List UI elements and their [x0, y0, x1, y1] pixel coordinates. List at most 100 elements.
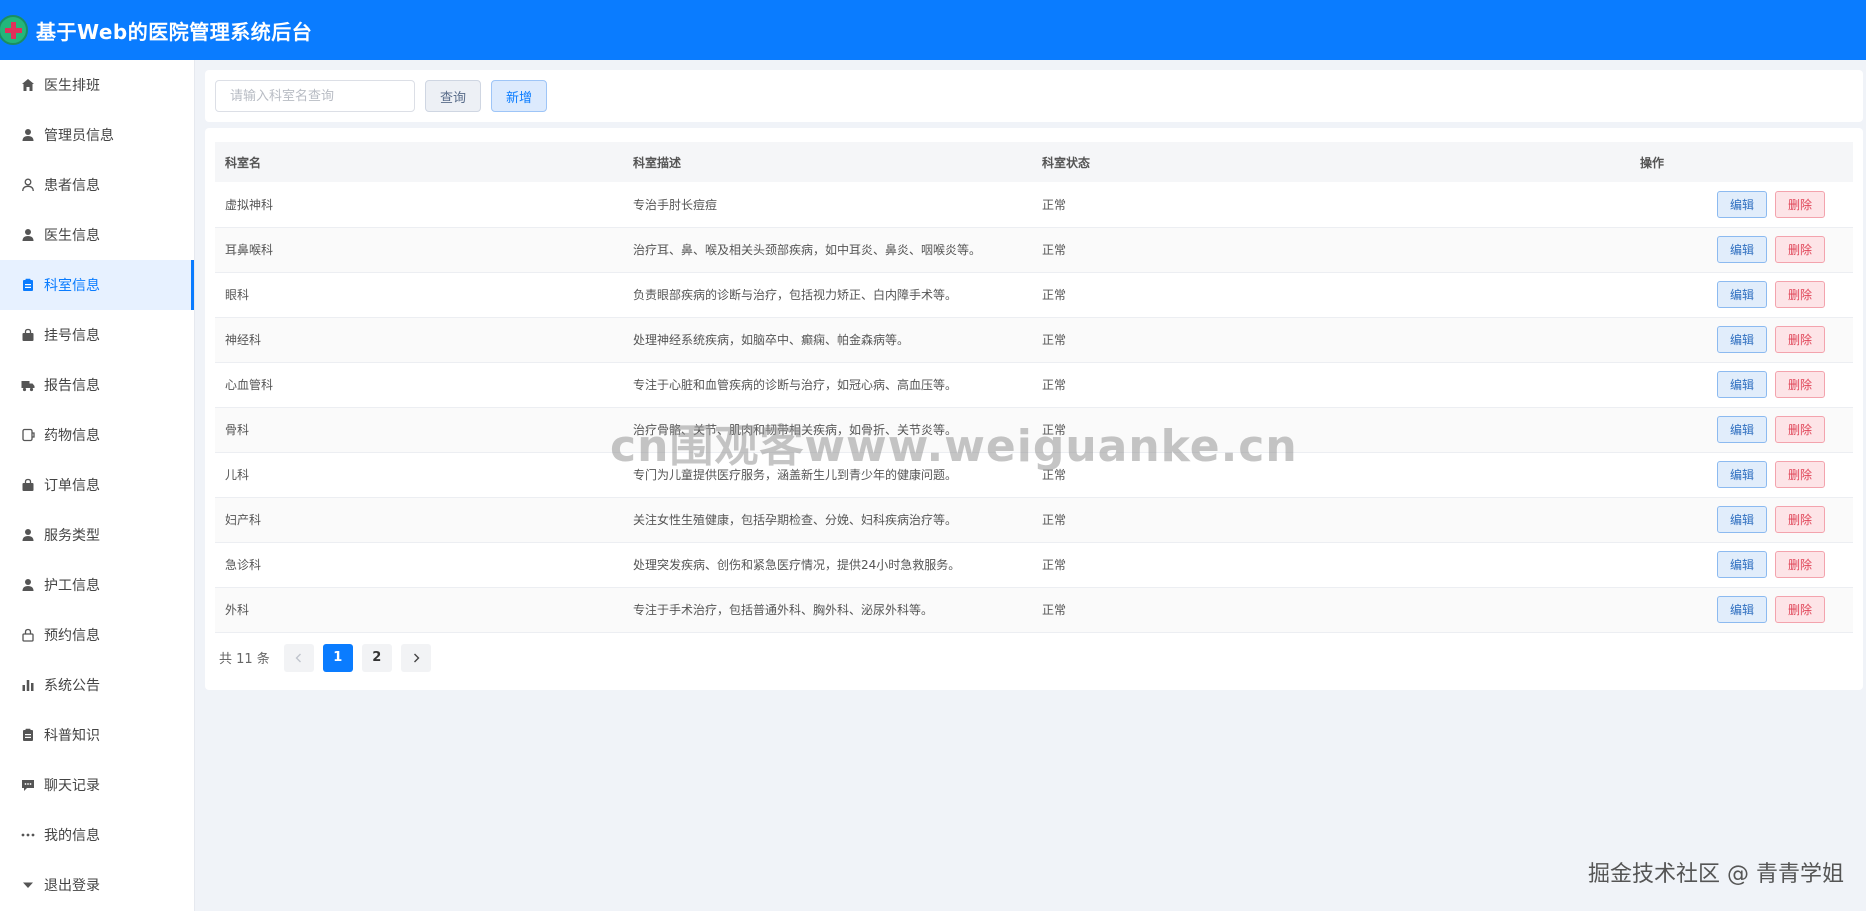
sidebar-item-15[interactable]: 我的信息	[0, 810, 194, 860]
cell-status: 正常	[1042, 378, 1067, 392]
sidebar-item-12[interactable]: 系统公告	[0, 660, 194, 710]
delete-button[interactable]: 删除	[1774, 551, 1825, 578]
delete-button[interactable]: 删除	[1774, 596, 1825, 623]
cell-status: 正常	[1042, 197, 1067, 212]
cell-status: 正常	[1042, 558, 1067, 572]
cell-name: 虚拟神科	[225, 197, 274, 212]
home-icon	[20, 77, 36, 93]
edit-button[interactable]: 编辑	[1716, 461, 1767, 488]
cell-actions: 编辑 删除	[1441, 227, 1853, 272]
edit-button[interactable]: 编辑	[1716, 596, 1767, 623]
cell-desc: 处理突发疾病、创伤和紧急医疗情况，提供24小时急救服务。	[633, 558, 961, 572]
sidebar-item-label: 医生排班	[44, 78, 100, 94]
delete-button[interactable]: 删除	[1774, 371, 1825, 398]
sidebar-item-label: 挂号信息	[44, 328, 100, 344]
column-header-description: 科室描述	[633, 155, 682, 170]
table-row: 神经科 处理神经系统疾病，如脑卒中、癫痫、帕金森病等。 正常 编辑 删除	[215, 317, 1853, 362]
user-icon	[20, 527, 36, 543]
cell-desc: 负责眼部疾病的诊断与治疗，包括视力矫正、白内障手术等。	[633, 288, 958, 302]
add-button[interactable]: 新增	[491, 80, 548, 112]
delete-button[interactable]: 删除	[1774, 190, 1825, 218]
department-table: 科室名 科室描述 科室状态 操作 虚拟神科 专治手肘长痘痘 正常 编辑 删除 耳鼻喉科 治疗…	[215, 142, 1853, 633]
edit-button[interactable]: 编辑	[1716, 326, 1767, 353]
delete-button[interactable]: 删除	[1774, 236, 1825, 263]
pagination-total: 共 11 条	[219, 652, 270, 667]
cell-actions: 编辑 删除	[1441, 272, 1853, 317]
cell-desc: 专治手肘长痘痘	[633, 197, 718, 212]
cell-status: 正常	[1042, 468, 1067, 482]
edit-button[interactable]: 编辑	[1716, 281, 1767, 308]
sidebar-item-9[interactable]: 服务类型	[0, 510, 194, 560]
sidebar-item-label: 患者信息	[44, 178, 100, 194]
next-page-button[interactable]	[400, 643, 431, 672]
cell-actions: 编辑 删除	[1441, 362, 1853, 407]
sidebar-item-label: 订单信息	[44, 478, 100, 494]
sidebar-item-label: 退出登录	[44, 878, 100, 894]
sidebar-item-label: 医生信息	[44, 228, 100, 244]
sidebar-item-13[interactable]: 科普知识	[0, 710, 194, 760]
department-table-card: 科室名 科室描述 科室状态 操作 虚拟神科 专治手肘长痘痘 正常 编辑 删除 耳鼻喉科 治疗…	[205, 128, 1863, 690]
sidebar-item-4[interactable]: 科室信息	[0, 260, 194, 310]
sidebar-item-label: 科普知识	[44, 728, 100, 744]
sidebar-item-label: 服务类型	[44, 528, 100, 544]
sidebar-item-7[interactable]: 药物信息	[0, 410, 194, 460]
cell-actions: 编辑 删除	[1441, 452, 1853, 497]
cell-name: 外科	[225, 603, 250, 617]
page-button-2[interactable]: 2	[361, 643, 392, 672]
delete-button[interactable]: 删除	[1774, 281, 1825, 308]
truck-icon	[20, 377, 36, 393]
delete-button[interactable]: 删除	[1774, 506, 1825, 533]
user-icon	[20, 127, 36, 143]
sidebar-item-0[interactable]: 医生排班	[0, 60, 194, 110]
column-header-name: 科室名	[225, 155, 262, 170]
user-icon	[20, 577, 36, 593]
sidebar-item-label: 报告信息	[44, 378, 100, 394]
bar-chart-icon	[20, 677, 36, 693]
cell-status: 正常	[1042, 288, 1067, 302]
sidebar-item-1[interactable]: 管理员信息	[0, 110, 194, 160]
cell-status: 正常	[1042, 243, 1067, 257]
table-row: 妇产科 关注女性生殖健康，包括孕期检查、分娩、妇科疾病治疗等。 正常 编辑 删除	[215, 497, 1853, 542]
delete-button[interactable]: 删除	[1774, 326, 1825, 353]
cell-actions: 编辑 删除	[1441, 587, 1853, 632]
edit-button[interactable]: 编辑	[1716, 236, 1767, 263]
sidebar-item-11[interactable]: 预约信息	[0, 610, 194, 660]
sidebar-item-label: 聊天记录	[44, 778, 100, 794]
edit-button[interactable]: 编辑	[1716, 416, 1767, 443]
cell-desc: 处理神经系统疾病，如脑卒中、癫痫、帕金森病等。	[633, 333, 910, 347]
app-title: 基于Web的医院管理系统后台	[36, 19, 313, 44]
sidebar-item-3[interactable]: 医生信息	[0, 210, 194, 260]
pagination: 共 11 条 1 2	[215, 643, 1853, 673]
sidebar-item-14[interactable]: 聊天记录	[0, 760, 194, 810]
search-bar: 查询 新增	[205, 70, 1863, 122]
bag-icon	[20, 477, 36, 493]
edit-button[interactable]: 编辑	[1716, 551, 1767, 578]
delete-button[interactable]: 删除	[1774, 416, 1825, 443]
cell-name: 儿科	[225, 468, 250, 482]
clipboard-icon	[20, 727, 36, 743]
cell-name: 骨科	[225, 423, 250, 437]
sidebar-item-5[interactable]: 挂号信息	[0, 310, 194, 360]
column-header-status: 科室状态	[1042, 155, 1091, 170]
cell-name: 妇产科	[225, 513, 262, 527]
prev-page-button[interactable]	[283, 643, 314, 672]
more-icon	[20, 827, 36, 843]
edit-button[interactable]: 编辑	[1716, 506, 1767, 533]
sidebar-item-6[interactable]: 报告信息	[0, 360, 194, 410]
top-header-bar: 基于Web的医院管理系统后台	[0, 0, 1866, 60]
sidebar-item-label: 护工信息	[44, 578, 100, 594]
sidebar-item-10[interactable]: 护工信息	[0, 560, 194, 610]
cell-desc: 专门为儿童提供医疗服务，涵盖新生儿到青少年的健康问题。	[633, 468, 958, 482]
cell-desc: 关注女性生殖健康，包括孕期检查、分娩、妇科疾病治疗等。	[633, 513, 958, 527]
sidebar-item-2[interactable]: 患者信息	[0, 160, 194, 210]
edit-button[interactable]: 编辑	[1716, 371, 1767, 398]
sidebar-item-8[interactable]: 订单信息	[0, 460, 194, 510]
page-button-1[interactable]: 1	[322, 643, 353, 672]
cell-status: 正常	[1042, 423, 1067, 437]
hospital-logo-icon	[0, 15, 28, 45]
query-button[interactable]: 查询	[425, 80, 482, 112]
sidebar-item-16[interactable]: 退出登录	[0, 860, 194, 910]
delete-button[interactable]: 删除	[1774, 461, 1825, 488]
edit-button[interactable]: 编辑	[1716, 190, 1767, 218]
department-search-input[interactable]	[215, 80, 415, 112]
